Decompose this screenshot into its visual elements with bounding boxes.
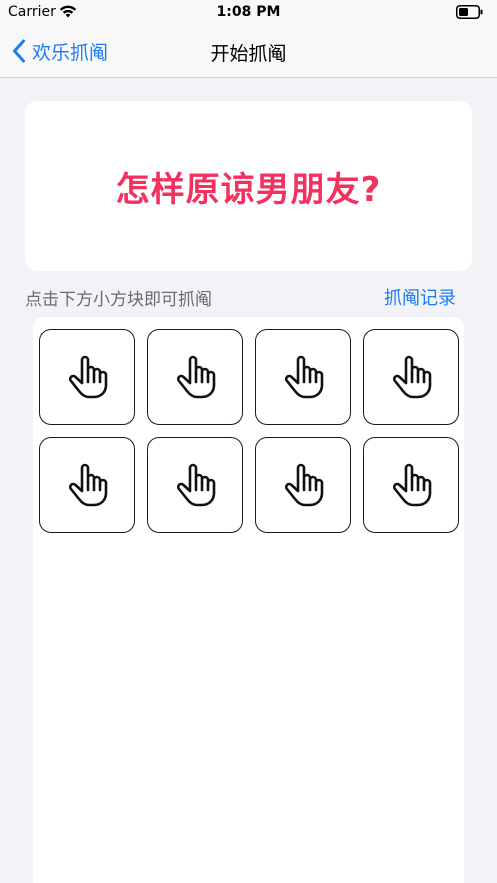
hand-pointer-icon (68, 355, 108, 399)
lot-tile-4[interactable] (363, 329, 459, 425)
hand-pointer-icon (68, 463, 108, 507)
hand-pointer-icon (284, 355, 324, 399)
lot-tile-5[interactable] (39, 437, 135, 533)
question-card: 怎样原谅男朋友? (25, 101, 472, 271)
hand-pointer-icon (284, 463, 324, 507)
hand-pointer-icon (392, 355, 432, 399)
tile-grid (33, 317, 464, 883)
lot-tile-3[interactable] (255, 329, 351, 425)
lot-tile-8[interactable] (363, 437, 459, 533)
nav-bar: 欢乐抓阄 开始抓阄 (0, 26, 497, 78)
hand-pointer-icon (176, 463, 216, 507)
battery-icon (456, 5, 483, 19)
page-title: 开始抓阄 (210, 43, 287, 65)
hand-pointer-icon (176, 355, 216, 399)
lot-tile-7[interactable] (255, 437, 351, 533)
status-bar: Carrier 1:08 PM (0, 0, 497, 26)
records-link[interactable]: 抓阄记录 (384, 284, 456, 310)
hint-text: 点击下方小方块即可抓阄 (25, 290, 212, 310)
lot-tile-1[interactable] (39, 329, 135, 425)
hand-pointer-icon (392, 463, 432, 507)
lot-tile-6[interactable] (147, 437, 243, 533)
lot-tile-2[interactable] (147, 329, 243, 425)
screen: Carrier 1:08 PM 欢乐抓阄 开始抓阄 怎样原谅男朋友? 点击下方小… (0, 0, 497, 883)
question-text: 怎样原谅男朋友? (115, 169, 382, 210)
status-time: 1:08 PM (216, 4, 281, 20)
